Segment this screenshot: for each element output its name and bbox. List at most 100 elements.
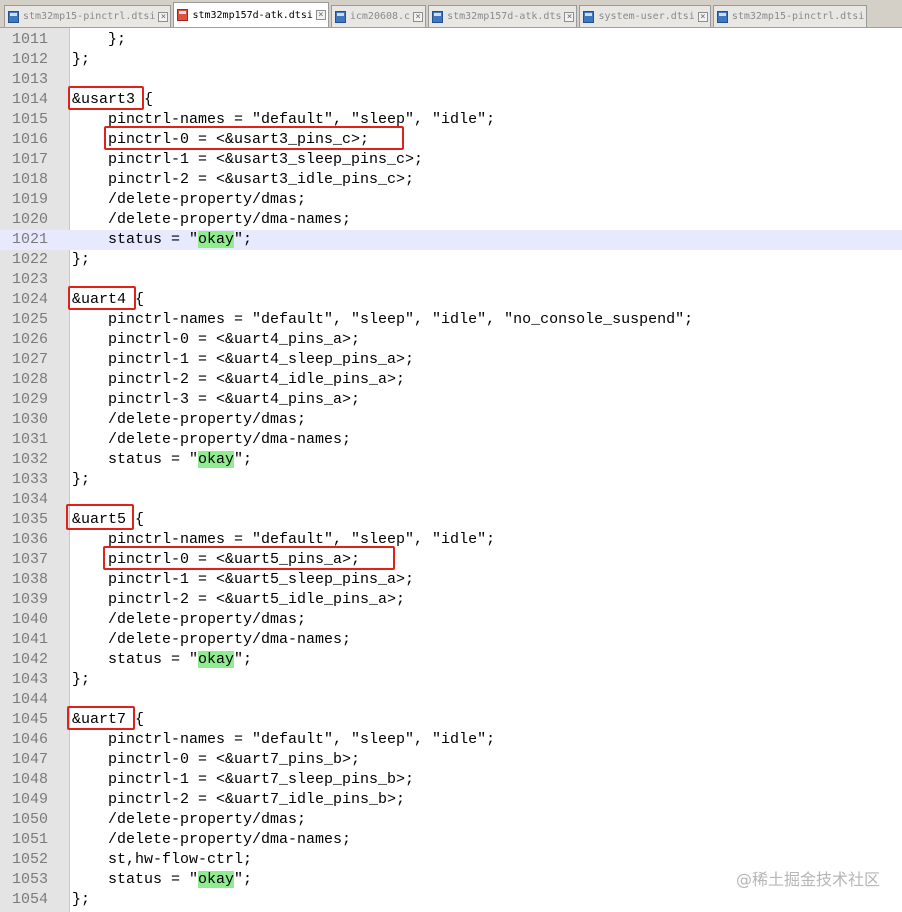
code-line[interactable]: 1021 status = "okay";: [0, 230, 902, 250]
code-line[interactable]: 1035 &uart5 {: [0, 510, 902, 530]
code-segment: };: [72, 891, 91, 908]
code-line[interactable]: 1047 pinctrl-0 = <&uart7_pins_b>;: [0, 750, 902, 770]
tab-label: stm32mp15-pinctrl.dtsi: [23, 11, 156, 22]
line-number: 1023: [12, 271, 49, 288]
code-segment: pinctrl-2 = <&uart4_idle_pins_a>;: [72, 371, 406, 388]
code-line[interactable]: 1039 pinctrl-2 = <&uart5_idle_pins_a>;: [0, 590, 902, 610]
code-line[interactable]: 1051 /delete-property/dma-names;: [0, 830, 902, 850]
code-text: /delete-property/dma-names;: [72, 630, 351, 650]
code-line[interactable]: 1019 /delete-property/dmas;: [0, 190, 902, 210]
code-line[interactable]: 1029 pinctrl-3 = <&uart4_pins_a>;: [0, 390, 902, 410]
tab-label: stm32mp15-pinctrl.dtsi: [731, 11, 865, 22]
code-segment: };: [72, 31, 127, 48]
line-number: 1039: [12, 591, 49, 608]
tab-stm32mp157d-atk-dtsi[interactable]: stm32mp157d-atk.dtsi ×: [173, 2, 329, 27]
code-text: /delete-property/dma-names;: [72, 430, 351, 450]
annotation-box-usart3: [68, 86, 144, 110]
code-line[interactable]: 1044: [0, 690, 902, 710]
line-number: 1020: [12, 211, 49, 228]
line-number: 1016: [12, 131, 49, 148]
code-line[interactable]: 1050 /delete-property/dmas;: [0, 810, 902, 830]
code-line[interactable]: 1030 /delete-property/dmas;: [0, 410, 902, 430]
close-icon[interactable]: ×: [315, 10, 326, 20]
search-highlight: okay: [198, 651, 235, 668]
code-line[interactable]: 1042 status = "okay";: [0, 650, 902, 670]
code-segment: };: [72, 251, 91, 268]
line-number: 1037: [12, 551, 49, 568]
code-line[interactable]: 1034: [0, 490, 902, 510]
code-line[interactable]: 1026 pinctrl-0 = <&uart4_pins_a>;: [0, 330, 902, 350]
line-number: 1028: [12, 371, 49, 388]
code-text: };: [72, 250, 90, 270]
code-text: pinctrl-names = "default", "sleep", "idl…: [72, 730, 495, 750]
close-icon[interactable]: ×: [564, 11, 575, 22]
code-segment: /delete-property/dma-names;: [72, 631, 352, 648]
code-line[interactable]: 1020 /delete-property/dma-names;: [0, 210, 902, 230]
tab-label: system-user.dtsi: [598, 11, 695, 22]
line-number: 1045: [12, 711, 49, 728]
code-line[interactable]: 1046 pinctrl-names = "default", "sleep",…: [0, 730, 902, 750]
code-line[interactable]: 1041 /delete-property/dma-names;: [0, 630, 902, 650]
code-line[interactable]: 1027 pinctrl-1 = <&uart4_sleep_pins_a>;: [0, 350, 902, 370]
line-number: 1017: [12, 151, 49, 168]
code-text: };: [72, 670, 90, 690]
tab-icm20608-c[interactable]: icm20608.c ×: [330, 5, 427, 27]
tab-system-user-dtsi[interactable]: system-user.dtsi ×: [579, 5, 711, 27]
line-number: 1049: [12, 791, 49, 808]
line-number: 1019: [12, 191, 49, 208]
code-line[interactable]: 1022};: [0, 250, 902, 270]
code-segment: status = ": [72, 231, 199, 248]
code-segment: pinctrl-1 = <&uart4_sleep_pins_a>;: [72, 351, 415, 368]
code-line[interactable]: 1028 pinctrl-2 = <&uart4_idle_pins_a>;: [0, 370, 902, 390]
code-text: st,hw-flow-ctrl;: [72, 850, 252, 870]
code-segment: ";: [234, 231, 253, 248]
code-line[interactable]: 1011 };: [0, 30, 902, 50]
code-text: pinctrl-1 = <&uart5_sleep_pins_a>;: [72, 570, 414, 590]
code-segment: /delete-property/dma-names;: [72, 431, 352, 448]
code-segment: pinctrl-3 = <&uart4_pins_a>;: [72, 391, 361, 408]
code-line[interactable]: 1032 status = "okay";: [0, 450, 902, 470]
close-icon[interactable]: ×: [697, 11, 708, 22]
code-text: pinctrl-0 = <&uart4_pins_a>;: [72, 330, 360, 350]
line-number: 1046: [12, 731, 49, 748]
code-text: };: [72, 890, 90, 910]
code-line[interactable]: 1018 pinctrl-2 = <&usart3_idle_pins_c>;: [0, 170, 902, 190]
code-line[interactable]: 1033};: [0, 470, 902, 490]
line-number: 1018: [12, 171, 49, 188]
close-icon[interactable]: ×: [413, 11, 424, 22]
code-segment: pinctrl-0 = <&uart7_pins_b>;: [72, 751, 361, 768]
line-number: 1041: [12, 631, 49, 648]
code-segment: pinctrl-2 = <&usart3_idle_pins_c>;: [72, 171, 415, 188]
code-segment: pinctrl-names = "default", "sleep", "idl…: [72, 731, 496, 748]
code-text: pinctrl-2 = <&uart7_idle_pins_b>;: [72, 790, 405, 810]
code-segment: pinctrl-1 = <&uart5_sleep_pins_a>;: [72, 571, 415, 588]
line-number: 1042: [12, 651, 49, 668]
code-segment: ";: [234, 871, 253, 888]
code-line[interactable]: 1043};: [0, 670, 902, 690]
line-number: 1032: [12, 451, 49, 468]
code-text: pinctrl-2 = <&usart3_idle_pins_c>;: [72, 170, 414, 190]
code-line[interactable]: 1017 pinctrl-1 = <&usart3_sleep_pins_c>;: [0, 150, 902, 170]
line-number: 1035: [12, 511, 49, 528]
code-line[interactable]: 1049 pinctrl-2 = <&uart7_idle_pins_b>;: [0, 790, 902, 810]
close-icon[interactable]: ×: [158, 11, 169, 22]
annotation-box-uart7: [67, 706, 135, 730]
file-icon: [334, 10, 346, 23]
code-line[interactable]: 1040 /delete-property/dmas;: [0, 610, 902, 630]
code-line[interactable]: 1045 &uart7 {: [0, 710, 902, 730]
code-text: /delete-property/dmas;: [72, 610, 306, 630]
tab-stm32mp15-pinctrl-dtsi-2[interactable]: stm32mp15-pinctrl.dtsi: [712, 5, 868, 27]
code-text: pinctrl-1 = <&usart3_sleep_pins_c>;: [72, 150, 423, 170]
code-line[interactable]: 1012};: [0, 50, 902, 70]
code-line[interactable]: 1054};: [0, 890, 902, 910]
code-line[interactable]: 1025 pinctrl-names = "default", "sleep",…: [0, 310, 902, 330]
code-line[interactable]: 1031 /delete-property/dma-names;: [0, 430, 902, 450]
tab-stm32mp15-pinctrl-dtsi[interactable]: stm32mp15-pinctrl.dtsi ×: [4, 5, 172, 27]
code-line[interactable]: 1038 pinctrl-1 = <&uart5_sleep_pins_a>;: [0, 570, 902, 590]
tab-stm32mp157d-atk-dts[interactable]: stm32mp157d-atk.dts ×: [428, 5, 578, 27]
code-editor[interactable]: 1011 }; 1012}; 1013 1014 &usart3 {1015 pinct…: [0, 28, 902, 912]
code-segment: pinctrl-2 = <&uart7_idle_pins_b>;: [72, 791, 406, 808]
code-segment: /delete-property/dma-names;: [72, 211, 352, 228]
code-text: pinctrl-3 = <&uart4_pins_a>;: [72, 390, 360, 410]
code-line[interactable]: 1048 pinctrl-1 = <&uart7_sleep_pins_b>;: [0, 770, 902, 790]
